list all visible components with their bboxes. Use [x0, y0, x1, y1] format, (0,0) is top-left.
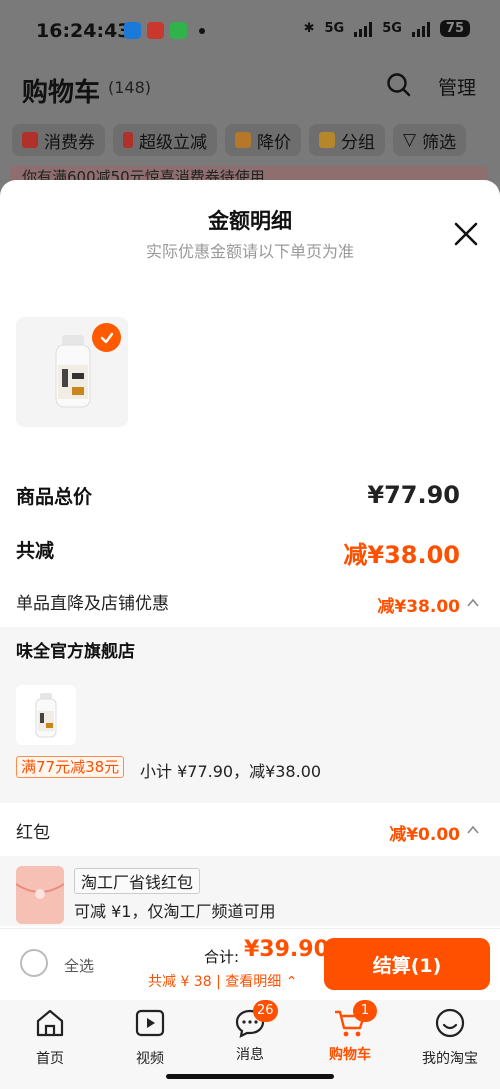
amount-detail-sheet: 金额明细 实际优惠金额请以下单页为准 商品总价 ¥77.90 共减 减¥38.0…	[0, 180, 500, 1000]
status-indicators: ✱ 5G 5G 75	[304, 20, 470, 37]
total-value: ¥39.90	[244, 937, 329, 962]
down-arrow-icon	[123, 132, 133, 148]
video-icon	[135, 1009, 165, 1037]
home-icon	[36, 1009, 64, 1037]
coupon-icon	[22, 132, 38, 148]
reduce-summary: 共减 ¥ 38 | 查看明细	[148, 974, 282, 990]
app-notification-icon	[170, 22, 187, 39]
store-subtotal: 小计 ¥77.90，减¥38.00	[140, 762, 322, 781]
filter-label: 消费券	[44, 132, 95, 153]
tab-label: 消息	[236, 1047, 264, 1063]
signal-5g-label: 5G	[324, 21, 345, 36]
bluetooth-icon: ✱	[303, 21, 315, 36]
cart-badge: 1	[353, 1000, 377, 1022]
tab-label: 我的淘宝	[422, 1051, 478, 1067]
signal-bars-icon-2	[411, 21, 430, 37]
status-app-icons	[124, 22, 205, 39]
promo-tag: 满77元减38元	[16, 756, 125, 778]
cart-header: 购物车 (148) 管理 消费券 超级立减 降价 分组 ▽ 筛选 你有满600减5…	[0, 62, 500, 188]
filter-screen[interactable]: ▽ 筛选	[393, 124, 467, 156]
tab-label: 首页	[36, 1051, 64, 1067]
page-title: 购物车	[22, 78, 101, 108]
tab-messages[interactable]: 26 消息	[200, 1000, 300, 1064]
sheet-subtitle: 实际优惠金额请以下单页为准	[145, 242, 354, 261]
hongbao-item[interactable]: 淘工厂省钱红包 可减 ¥1，仅淘工厂频道可用	[0, 856, 500, 926]
price-drop-icon	[235, 132, 251, 148]
home-indicator[interactable]	[166, 1074, 334, 1079]
checkout-button[interactable]: 结算(1)	[324, 938, 490, 990]
close-icon[interactable]	[452, 220, 480, 248]
filter-group[interactable]: 分组	[309, 124, 385, 156]
tab-label: 购物车	[329, 1047, 371, 1063]
status-bar: 16:24:43 ✱ 5G 5G 75	[0, 0, 500, 62]
select-all-radio[interactable]	[20, 949, 48, 977]
tab-label: 视频	[136, 1051, 164, 1067]
filter-coupon[interactable]: 消费券	[12, 124, 105, 156]
goods-total-label: 商品总价	[16, 486, 93, 508]
filter-bar: 消费券 超级立减 降价 分组 ▽ 筛选	[12, 124, 467, 156]
signal-bars-icon	[354, 21, 373, 37]
chevron-up-icon: ⌃	[285, 974, 298, 990]
tab-home[interactable]: 首页	[0, 1006, 100, 1068]
goods-total-value: ¥77.90	[367, 481, 460, 509]
total-label: 合计:	[204, 948, 240, 966]
tab-video[interactable]: 视频	[100, 1006, 200, 1068]
filter-label: 分组	[341, 132, 375, 153]
signal-5g-label-2: 5G	[382, 21, 402, 36]
search-icon[interactable]	[386, 72, 412, 98]
battery-level: 75	[439, 20, 470, 37]
app-notification-icon	[124, 22, 141, 39]
smile-icon	[435, 1008, 465, 1038]
app-notification-icon	[147, 22, 164, 39]
total-reduce-value: 减¥38.00	[343, 541, 460, 569]
status-time: 16:24:43	[36, 20, 131, 42]
checkout-bar: 全选 合计: ¥39.90 共减 ¥ 38 | 查看明细 ⌃ 结算(1)	[0, 928, 500, 1000]
folder-icon	[319, 132, 335, 148]
hongbao-desc: 可减 ¥1，仅淘工厂频道可用	[74, 902, 276, 921]
cart-count: (148)	[108, 78, 152, 97]
store-name[interactable]: 味全官方旗舰店	[16, 637, 135, 662]
tab-icon-wrap: 26	[233, 1000, 278, 1040]
tab-cart[interactable]: 1 购物车	[300, 1000, 400, 1064]
filter-super-discount[interactable]: 超级立减	[113, 124, 217, 156]
filter-label: 降价	[257, 132, 291, 153]
tab-icon-wrap: 1	[333, 1000, 377, 1040]
filter-price-drop[interactable]: 降价	[225, 124, 301, 156]
select-all-label[interactable]: 全选	[64, 955, 94, 976]
filter-label: 超级立减	[139, 132, 207, 153]
chevron-up-icon[interactable]	[466, 596, 480, 610]
hongbao-name: 淘工厂省钱红包	[74, 868, 201, 894]
direct-discount-value[interactable]: 减¥38.00	[377, 592, 460, 617]
filter-label: 筛选	[422, 132, 457, 153]
selected-check-icon[interactable]	[92, 323, 121, 352]
direct-discount-label: 单品直降及店铺优惠	[16, 594, 169, 614]
chevron-up-icon[interactable]	[466, 823, 480, 837]
store-section: 味全官方旗舰店 满77元减38元 小计 ¥77.90，减¥38.00	[0, 627, 500, 803]
total-reduce-label: 共减	[16, 540, 55, 562]
red-envelope-icon	[15, 866, 65, 924]
tab-my-taobao[interactable]: 我的淘宝	[400, 1006, 500, 1068]
hongbao-label: 红包	[16, 823, 50, 843]
message-badge: 26	[253, 1000, 278, 1022]
milk-bottle-image	[35, 693, 57, 738]
more-notifications-icon	[199, 27, 205, 34]
sheet-title: 金额明细	[208, 209, 292, 233]
view-details-link[interactable]: 共减 ¥ 38 | 查看明细 ⌃	[148, 971, 297, 991]
hongbao-value[interactable]: 减¥0.00	[389, 820, 460, 845]
store-product-thumbnail[interactable]	[16, 685, 76, 745]
manage-button[interactable]: 管理	[438, 73, 476, 100]
funnel-icon: ▽	[403, 130, 417, 150]
